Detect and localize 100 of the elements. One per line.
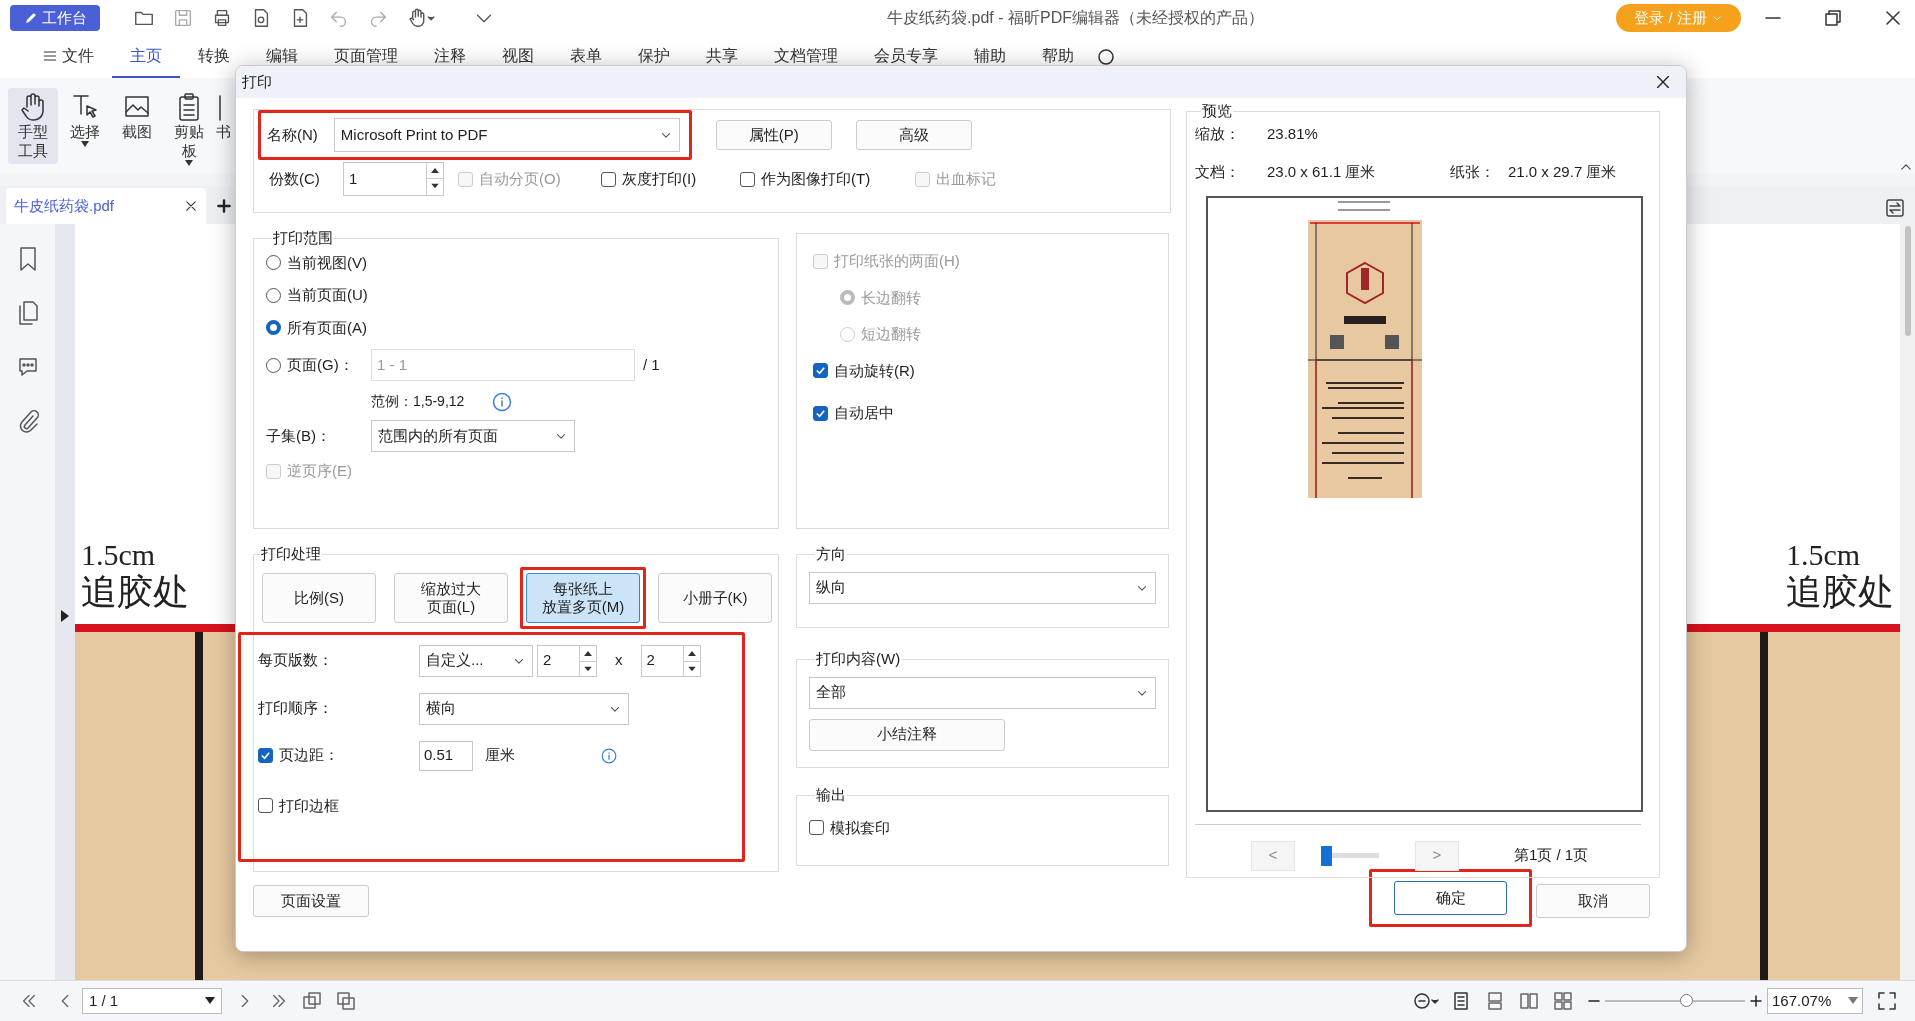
continuous-page-icon[interactable] <box>1485 991 1505 1011</box>
checkbox[interactable] <box>258 748 273 763</box>
workbench-button[interactable]: 工作台 <box>10 5 100 31</box>
properties-button[interactable]: 属性(P) <box>715 120 832 150</box>
checkbox-label: 打印边框 <box>279 795 339 816</box>
margin-field[interactable]: 0.51 <box>419 740 473 771</box>
menu-tab[interactable]: 会员专享 <box>856 36 956 78</box>
document-size-value: 23.0 x 61.1 厘米 <box>1267 162 1377 182</box>
mode-button[interactable]: 缩放过大 页面(L) <box>394 572 508 623</box>
mode-button[interactable]: 每张纸上 放置多页(M) <box>526 572 640 623</box>
toolbar-button[interactable]: 书 <box>216 88 234 145</box>
menu-tab[interactable]: 文件 <box>24 36 112 78</box>
zoom-in-icon[interactable] <box>1749 994 1763 1008</box>
checkbox-label: 自动分页(O) <box>479 168 561 189</box>
close-icon[interactable] <box>1883 8 1903 28</box>
expand-panel-icon[interactable] <box>60 609 70 623</box>
two-page-continuous-icon[interactable] <box>1553 991 1573 1011</box>
checkbox[interactable] <box>813 363 828 379</box>
mode-button[interactable]: 比例(S) <box>262 572 376 623</box>
fullscreen-icon[interactable] <box>1877 991 1897 1011</box>
confirm-button[interactable]: 确定 <box>1394 881 1507 915</box>
menu-tab[interactable]: 辅助 <box>956 36 1024 78</box>
move-page-icon[interactable] <box>336 991 356 1011</box>
copies-spinner[interactable]: 1 <box>343 162 444 196</box>
menu-tab[interactable]: 页面管理 <box>316 36 416 78</box>
zoom-slider-thumb[interactable] <box>1680 994 1694 1007</box>
checkbox[interactable] <box>740 171 755 187</box>
preset-dropdown[interactable]: 自定义... <box>419 644 533 677</box>
checkbox[interactable] <box>258 798 273 814</box>
group-title: 打印处理 <box>260 544 322 564</box>
info-icon[interactable] <box>492 391 513 412</box>
radio-button[interactable] <box>266 287 281 303</box>
printer-label: 名称(N) <box>267 124 318 145</box>
rows-spinner[interactable]: 2 <box>640 644 701 677</box>
checkbox-label: 灰度打印(I) <box>622 168 697 189</box>
pages-per-sheet-label: 每页版数： <box>258 650 334 671</box>
radio-label: 长边翻转 <box>861 287 921 308</box>
orientation-dropdown[interactable]: 纵向 <box>809 571 1156 604</box>
group-title: 打印内容(W) <box>815 649 902 669</box>
checkbox-label: 自动居中 <box>834 403 894 423</box>
paper-size-label: 纸张： <box>1450 162 1496 182</box>
radio-button[interactable] <box>266 320 281 336</box>
left-glue-size-label: 1.5cm <box>81 538 157 572</box>
copy-page-icon[interactable] <box>302 991 322 1011</box>
menu-tab[interactable]: 视图 <box>484 36 552 78</box>
group-title: 预览 <box>1201 101 1233 121</box>
add-tab-icon[interactable] <box>216 198 232 214</box>
single-page-icon[interactable] <box>1451 991 1471 1011</box>
advanced-button[interactable]: 高级 <box>855 120 972 150</box>
summarize-comments-button[interactable]: 小结注释 <box>809 718 1005 751</box>
group-title: 打印范围 <box>272 228 334 248</box>
checkbox[interactable] <box>813 405 828 421</box>
toolbar-button[interactable]: 截图 <box>112 88 162 145</box>
toolbar-button[interactable]: 剪贴 板 <box>164 88 214 170</box>
two-page-icon[interactable] <box>1519 991 1539 1011</box>
checkbox[interactable] <box>601 171 616 187</box>
first-page-icon[interactable] <box>20 992 38 1010</box>
columns-spinner[interactable]: 2 <box>537 644 597 677</box>
subset-label: 子集(B)： <box>266 425 332 446</box>
menu-tab[interactable]: 保护 <box>620 36 688 78</box>
window-title: 牛皮纸药袋.pdf - 福昕PDF编辑器（未经授权的产品） <box>886 8 1265 28</box>
toolbar-button[interactable]: 选择 <box>60 88 110 151</box>
page-total-label: / 1 <box>643 354 660 375</box>
printer-dropdown[interactable]: Microsoft Print to PDF <box>333 118 680 152</box>
zoom-field[interactable]: 167.07% <box>1767 988 1863 1014</box>
subset-dropdown[interactable]: 范围内的所有页面 <box>371 420 575 452</box>
menu-tab[interactable]: 共享 <box>688 36 756 78</box>
cancel-button[interactable]: 取消 <box>1536 884 1650 918</box>
maximize-icon[interactable] <box>1823 8 1843 28</box>
hand-dropdown-icon[interactable] <box>406 7 436 29</box>
preview-slider-thumb[interactable] <box>1321 845 1332 866</box>
scrollbar-thumb[interactable] <box>1904 226 1911 336</box>
right-glue-size-label: 1.5cm <box>1786 538 1862 572</box>
swap-icon[interactable] <box>1885 198 1905 218</box>
menu-tab[interactable]: 文档管理 <box>756 36 856 78</box>
close-icon[interactable] <box>1654 73 1672 91</box>
read-mode-icon[interactable] <box>1413 992 1439 1010</box>
radio-button[interactable] <box>266 357 281 373</box>
page-number-field[interactable]: 1 / 1 <box>82 988 222 1014</box>
menu-tab[interactable]: 帮助 <box>1024 36 1092 78</box>
checkbox-label: 模拟套印 <box>830 817 890 838</box>
checkmark-icon <box>815 365 826 377</box>
paper-size-value: 21.0 x 29.7 厘米 <box>1508 162 1617 182</box>
info-icon[interactable] <box>601 747 617 764</box>
toolbar-button[interactable]: 手型 工具 <box>8 88 58 164</box>
menu-icon <box>42 48 58 64</box>
print-content-dropdown[interactable]: 全部 <box>809 676 1156 709</box>
menu-tab[interactable]: 表单 <box>552 36 620 78</box>
unit-label: 厘米 <box>485 745 515 766</box>
radio-button[interactable] <box>266 255 281 271</box>
last-page-icon[interactable] <box>270 992 288 1010</box>
mode-button[interactable]: 小册子(K) <box>658 572 772 623</box>
menu-tab[interactable]: 注释 <box>416 36 484 78</box>
document-tab[interactable]: 牛皮纸药袋.pdf <box>6 188 206 224</box>
page-setup-button[interactable]: 页面设置 <box>253 885 369 917</box>
checkmark-icon <box>815 407 826 419</box>
copies-label: 份数(C) <box>269 168 321 189</box>
print-order-dropdown[interactable]: 横向 <box>419 692 629 725</box>
search-icon[interactable] <box>1096 47 1116 67</box>
checkbox[interactable] <box>809 820 824 836</box>
